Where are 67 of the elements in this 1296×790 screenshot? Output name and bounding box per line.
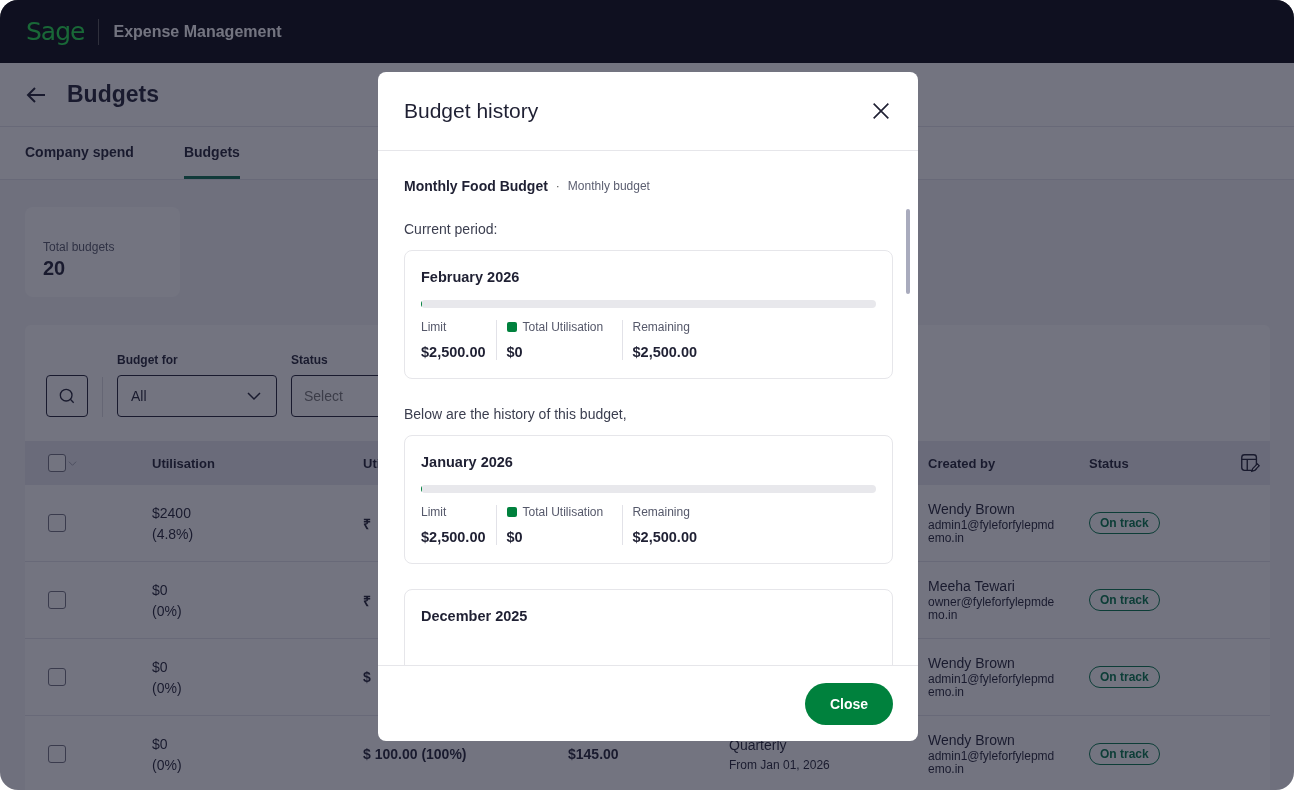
checkbox[interactable] <box>48 591 66 609</box>
checkbox[interactable] <box>48 514 66 532</box>
close-icon[interactable] <box>870 100 892 122</box>
separator-dot: · <box>555 179 560 193</box>
column-header: Created by <box>928 455 996 471</box>
stat-label: Remaining <box>632 505 690 519</box>
table-cell: $ <box>363 669 371 685</box>
tab[interactable]: Budgets <box>183 127 240 179</box>
creator-email: admin1@fyleforfylepmdemo.in <box>928 519 1056 545</box>
tab[interactable]: Company spend <box>25 127 134 179</box>
page-title: Budgets <box>67 81 159 108</box>
section-label: Below are the history of this budget, <box>404 406 628 422</box>
creator-name: Meeha Tewari <box>928 578 1016 595</box>
logo: Sage <box>26 17 85 46</box>
stat-label: Limit <box>421 320 447 334</box>
table-cell-text: ₹ <box>363 591 371 610</box>
table-cell: (0%) <box>152 756 182 773</box>
stat-value: $2,500.00 <box>632 344 698 360</box>
table-cell-text: $0 <box>152 581 169 598</box>
checkbox[interactable] <box>48 745 66 763</box>
table-cell: $145.00 <box>568 746 619 762</box>
section-label: Current period: <box>404 221 499 237</box>
summary-label: Total budgets <box>43 240 116 254</box>
period-title: February 2026 <box>421 269 521 285</box>
table-cell: From Jan 01, 2026 <box>729 757 830 772</box>
stat-value: $2,500.00 <box>632 529 698 545</box>
close-button[interactable]: Close <box>805 682 893 725</box>
table-cell-text: $2400 <box>152 504 192 521</box>
stat-value: $2,500.00 <box>421 344 486 360</box>
stat-value: $2,500.00 <box>421 529 486 545</box>
stat-label: Remaining <box>632 320 690 334</box>
table-cell: (0%) <box>152 679 182 696</box>
table-cell: $ 100.00 (100%) <box>363 746 467 762</box>
stat-label: Total Utilisation <box>522 320 604 334</box>
stat-label: Limit <box>421 505 447 519</box>
scrollbar[interactable] <box>906 209 910 294</box>
checkbox[interactable] <box>48 454 66 472</box>
creator-name: Wendy Brown <box>928 655 1016 672</box>
column-header: Utilisation <box>152 455 215 471</box>
table-cell: (4.8%) <box>152 525 194 542</box>
app-title: Expense Management <box>113 22 282 41</box>
creator-email: admin1@fyleforfylepmdemo.in <box>928 673 1056 699</box>
stat-label: Total Utilisation <box>522 505 604 519</box>
table-cell-text: $0 <box>152 658 169 675</box>
stat-value: $0 <box>506 529 524 545</box>
table-cell: (0%) <box>152 602 182 619</box>
search-button[interactable] <box>46 375 88 417</box>
column-header: Status <box>1089 455 1129 471</box>
creator-email: owner@fyleforfylepmdemo.in <box>928 596 1056 622</box>
table-cell-text: Quarterly <box>729 736 788 753</box>
creator-name: Wendy Brown <box>928 732 1016 749</box>
period-title: December 2025 <box>421 608 529 624</box>
column-settings-icon[interactable] <box>1239 452 1261 474</box>
summary-value: 20 <box>43 257 67 280</box>
creator-email: admin1@fyleforfylepmdemo.in <box>928 750 1056 776</box>
search-icon <box>57 386 77 406</box>
table-cell-text: $0 <box>152 735 169 752</box>
budget-type: Monthly budget <box>567 179 650 193</box>
modal-title: Budget history <box>404 99 539 123</box>
creator-name: Wendy Brown <box>928 501 1016 518</box>
checkbox[interactable] <box>48 668 66 686</box>
filter-label: Budget for <box>117 353 179 367</box>
budget-name: Monthly Food Budget <box>404 178 548 194</box>
period-title: January 2026 <box>421 454 514 470</box>
dropdown[interactable]: All <box>117 375 277 417</box>
stat-value: $0 <box>506 344 524 360</box>
table-cell-text: ₹ <box>363 514 371 533</box>
